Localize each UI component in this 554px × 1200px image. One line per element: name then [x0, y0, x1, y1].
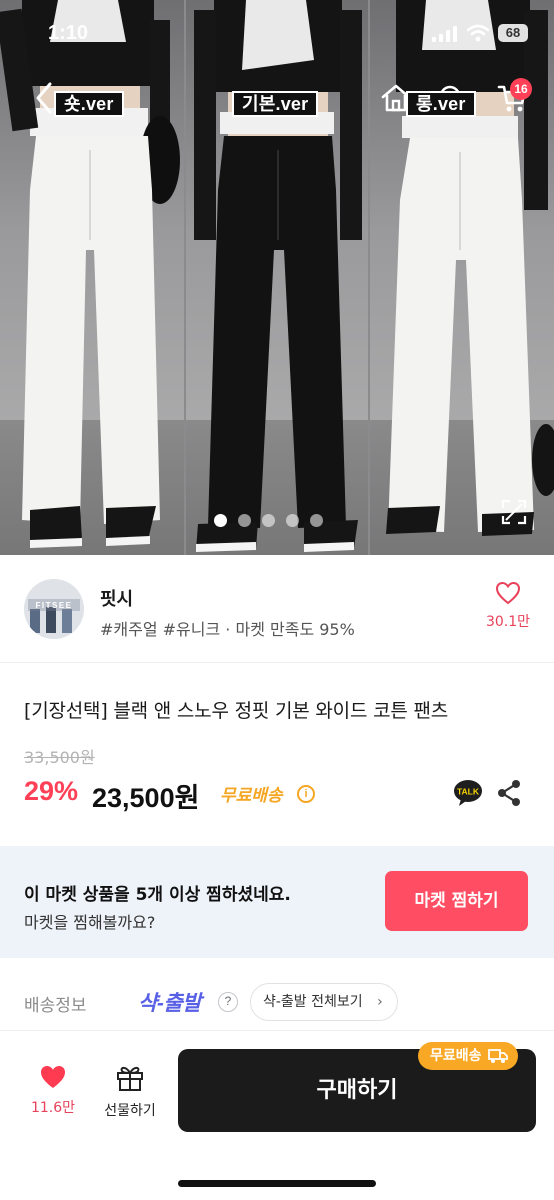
shipping-view-all-button[interactable]: 샥-출발 전체보기 ›: [250, 983, 398, 1021]
sale-price: 23,500원: [92, 783, 200, 813]
section-divider: [0, 662, 554, 663]
help-icon[interactable]: ?: [218, 992, 238, 1012]
gift-button[interactable]: 선물하기: [96, 1064, 164, 1120]
product-image-carousel[interactable]: 1:10 68 16 숏.ver 기본.ver 롱.ver: [0, 0, 554, 555]
seller-info[interactable]: FITSEE 핏시 #캐주얼 #유니크 · 마켓 만족도 95% 30.1만: [0, 555, 554, 663]
kakao-talk-icon[interactable]: TALK: [453, 779, 483, 807]
banner-message: 이 마켓 상품을 5개 이상 찜하셨네요.: [24, 885, 291, 905]
discount-rate: 29%: [24, 776, 79, 806]
original-price: 33,500원: [24, 748, 95, 767]
status-bar: 1:10 68: [0, 0, 554, 64]
seller-avatar-logo: FITSEE: [35, 601, 73, 610]
truck-icon: [487, 1049, 508, 1063]
wishlist-button[interactable]: 11.6만: [24, 1064, 82, 1117]
free-shipping-badge: 무료배송: [418, 1042, 518, 1070]
banner-submessage: 마켓을 찜해볼까요?: [24, 913, 156, 932]
shipping-brand-logo: 샥-출발: [138, 992, 201, 1015]
shipping-info-label: 배송정보: [24, 996, 87, 1016]
long-version-tag: 롱.ver: [406, 91, 476, 117]
wishlist-count: 11.6만: [30, 1100, 76, 1116]
carousel-dot[interactable]: [262, 514, 275, 527]
info-icon[interactable]: i: [297, 785, 315, 803]
chevron-right-icon: ›: [377, 994, 383, 1010]
status-time: 1:10: [48, 22, 89, 44]
cart-count-badge: 16: [510, 78, 532, 100]
shipping-view-all-label: 샥-출발 전체보기: [263, 994, 363, 1010]
gift-icon: [117, 1066, 143, 1091]
seller-tags: #캐주얼 #유니크 · 마켓 만족도 95%: [100, 620, 355, 639]
gift-label: 선물하기: [104, 1103, 156, 1119]
product-title: [기장선택] 블랙 앤 스노우 정핏 기본 와이드 코튼 팬츠: [24, 700, 449, 722]
carousel-dot[interactable]: [214, 514, 227, 527]
seller-avatar[interactable]: FITSEE: [24, 579, 84, 639]
basic-version-tag: 기본.ver: [232, 91, 319, 117]
signal-icon: [432, 26, 457, 42]
short-version-tag: 숏.ver: [54, 91, 124, 117]
seller-like-count: 30.1만: [485, 614, 531, 630]
carousel-dot[interactable]: [238, 514, 251, 527]
favorite-market-button[interactable]: 마켓 찜하기: [385, 871, 528, 931]
free-shipping-badge-label: 무료배송: [430, 1048, 482, 1064]
home-indicator: [178, 1180, 376, 1187]
battery-indicator: 68: [498, 24, 528, 42]
wifi-icon: [466, 24, 490, 42]
seller-like-button[interactable]: 30.1만: [476, 581, 540, 631]
heart-filled-icon: [41, 1066, 65, 1088]
kakao-talk-label: TALK: [457, 787, 480, 797]
free-shipping-label: 무료배송: [220, 786, 283, 806]
carousel-dot[interactable]: [286, 514, 299, 527]
expand-icon[interactable]: [500, 498, 528, 526]
seller-name[interactable]: 핏시: [100, 585, 133, 611]
carousel-pagination: [214, 514, 323, 527]
share-icon[interactable]: [496, 779, 522, 807]
carousel-dot[interactable]: [310, 514, 323, 527]
heart-outline-icon: [495, 581, 521, 605]
